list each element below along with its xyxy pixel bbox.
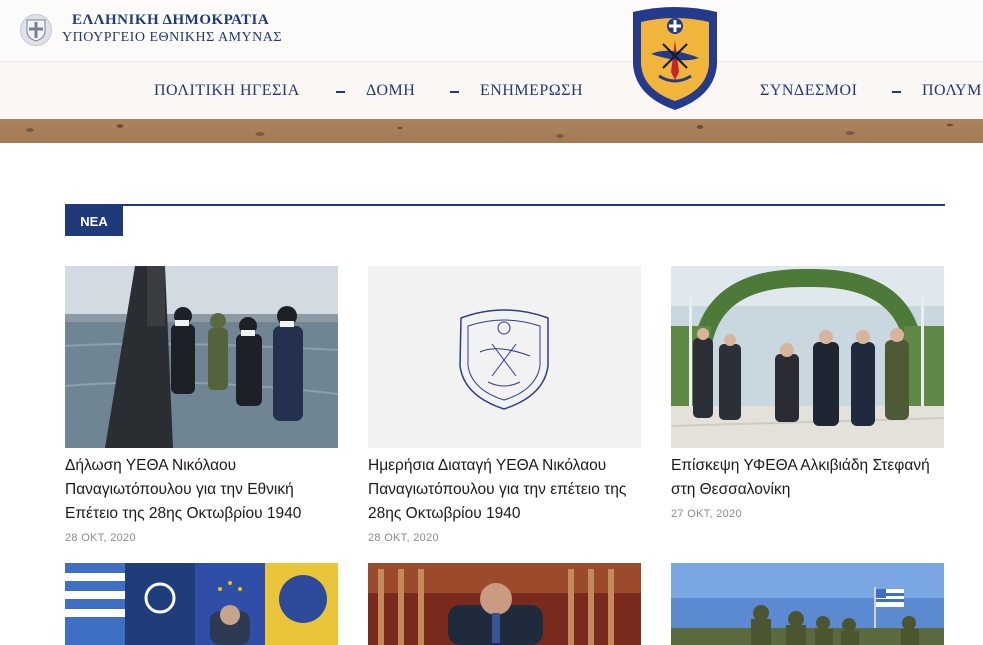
nav-item-structure[interactable]: ΔΟΜΗ [366,82,415,100]
government-title[interactable]: ΕΛΛΗΝΙΚΗ ΔΗΜΟΚΡΑΤΙΑ [72,12,269,29]
news-image-soldiers-flag[interactable] [671,563,944,645]
nav-separator [892,91,901,93]
section-tag-news[interactable]: ΝΕΑ [65,206,123,236]
news-title-1[interactable]: Δήλωση ΥΕΘΑ Νικόλαου Παναγιωτόπουλου για… [65,454,345,526]
news-image-flags-meeting[interactable] [65,563,338,645]
nav-item-multimedia[interactable]: ΠΟΛΥΜ [922,82,982,100]
section-divider [65,204,945,206]
news-title-3[interactable]: Επίσκεψη ΥΦΕΘΑ Αλκιβιάδη Στεφανή στη Θεσ… [671,454,951,502]
news-image-submarine[interactable] [65,266,338,448]
ministry-crest-icon[interactable] [629,6,721,112]
news-date-1: 28 ΟΚΤ, 2020 [65,532,136,544]
nav-item-links[interactable]: ΣΥΝΔΕΣΜΟΙ [760,82,857,100]
nav-separator [336,91,345,93]
news-date-2: 28 ΟΚΤ, 2020 [368,532,439,544]
nav-item-news[interactable]: ΕΝΗΜΕΡΩΣΗ [480,82,583,100]
top-bar: ΕΛΛΗΝΙΚΗ ΔΗΜΟΚΡΑΤΙΑ ΥΠΟΥΡΓΕΙΟ ΕΘΝΙΚΗΣ ΑΜ… [0,0,983,61]
news-title-2[interactable]: Ημερήσια Διαταγή ΥΕΘΑ Νικόλαου Παναγιωτό… [368,454,648,526]
news-image-parliament[interactable] [368,563,641,645]
greek-coat-of-arms-icon[interactable] [20,14,52,46]
news-image-garden-visit[interactable] [671,266,944,448]
nav-separator [450,91,459,93]
ministry-subtitle[interactable]: ΥΠΟΥΡΓΕΙΟ ΕΘΝΙΚΗΣ ΑΜΥΝΑΣ [62,30,282,46]
site-header: ΕΛΛΗΝΙΚΗ ΔΗΜΟΚΡΑΤΙΑ ΥΠΟΥΡΓΕΙΟ ΕΘΝΙΚΗΣ ΑΜ… [0,0,983,143]
nav-item-political-leadership[interactable]: ΠΟΛΙΤΙΚΗ ΗΓΕΣΙΑ [154,82,300,100]
news-date-3: 27 ΟΚΤ, 2020 [671,508,742,520]
news-image-crest-placeholder[interactable] [368,266,641,448]
